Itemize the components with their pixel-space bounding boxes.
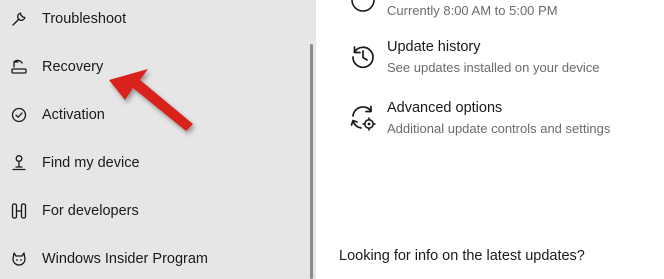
sidebar-item-label: Troubleshoot xyxy=(42,11,127,27)
person-location-icon xyxy=(10,154,28,172)
recovery-icon xyxy=(10,58,28,76)
update-history-subtitle: See updates installed on your device xyxy=(387,60,600,75)
check-circle-icon xyxy=(10,106,28,124)
sidebar-item-for-developers[interactable]: For developers xyxy=(0,191,300,231)
settings-sidebar: Troubleshoot Recovery Activation Find my… xyxy=(0,0,316,279)
sidebar-item-activation[interactable]: Activation xyxy=(0,95,300,135)
sidebar-item-troubleshoot[interactable]: Troubleshoot xyxy=(0,0,300,39)
sidebar-item-recovery[interactable]: Recovery xyxy=(0,47,300,87)
sidebar-item-label: Recovery xyxy=(42,59,104,75)
gear-sync-icon xyxy=(348,103,378,133)
windows-update-content: Currently 8:00 AM to 5:00 PM Update hist… xyxy=(316,0,664,279)
sidebar-item-find-my-device[interactable]: Find my device xyxy=(0,143,300,183)
latest-updates-info-heading: Looking for info on the latest updates? xyxy=(339,248,585,264)
clock-icon xyxy=(348,0,378,15)
sidebar-scrollbar[interactable] xyxy=(310,44,313,279)
sidebar-item-windows-insider-program[interactable]: Windows Insider Program xyxy=(0,239,300,279)
update-history-row[interactable]: Update history See updates installed on … xyxy=(316,39,664,89)
history-icon xyxy=(348,42,378,72)
update-history-title: Update history xyxy=(387,39,481,55)
advanced-options-title: Advanced options xyxy=(387,100,503,116)
active-hours-subtitle: Currently 8:00 AM to 5:00 PM xyxy=(387,3,558,18)
wrench-icon xyxy=(10,10,28,28)
active-hours-row[interactable]: Currently 8:00 AM to 5:00 PM xyxy=(316,0,664,32)
developer-tools-icon xyxy=(10,202,28,220)
sidebar-item-label: Windows Insider Program xyxy=(42,251,208,267)
sidebar-item-label: Activation xyxy=(42,107,105,123)
sidebar-item-label: For developers xyxy=(42,203,139,219)
advanced-options-row[interactable]: Advanced options Additional update contr… xyxy=(316,100,664,150)
sidebar-item-label: Find my device xyxy=(42,155,140,171)
insider-cat-icon xyxy=(10,250,28,268)
advanced-options-subtitle: Additional update controls and settings xyxy=(387,121,611,136)
